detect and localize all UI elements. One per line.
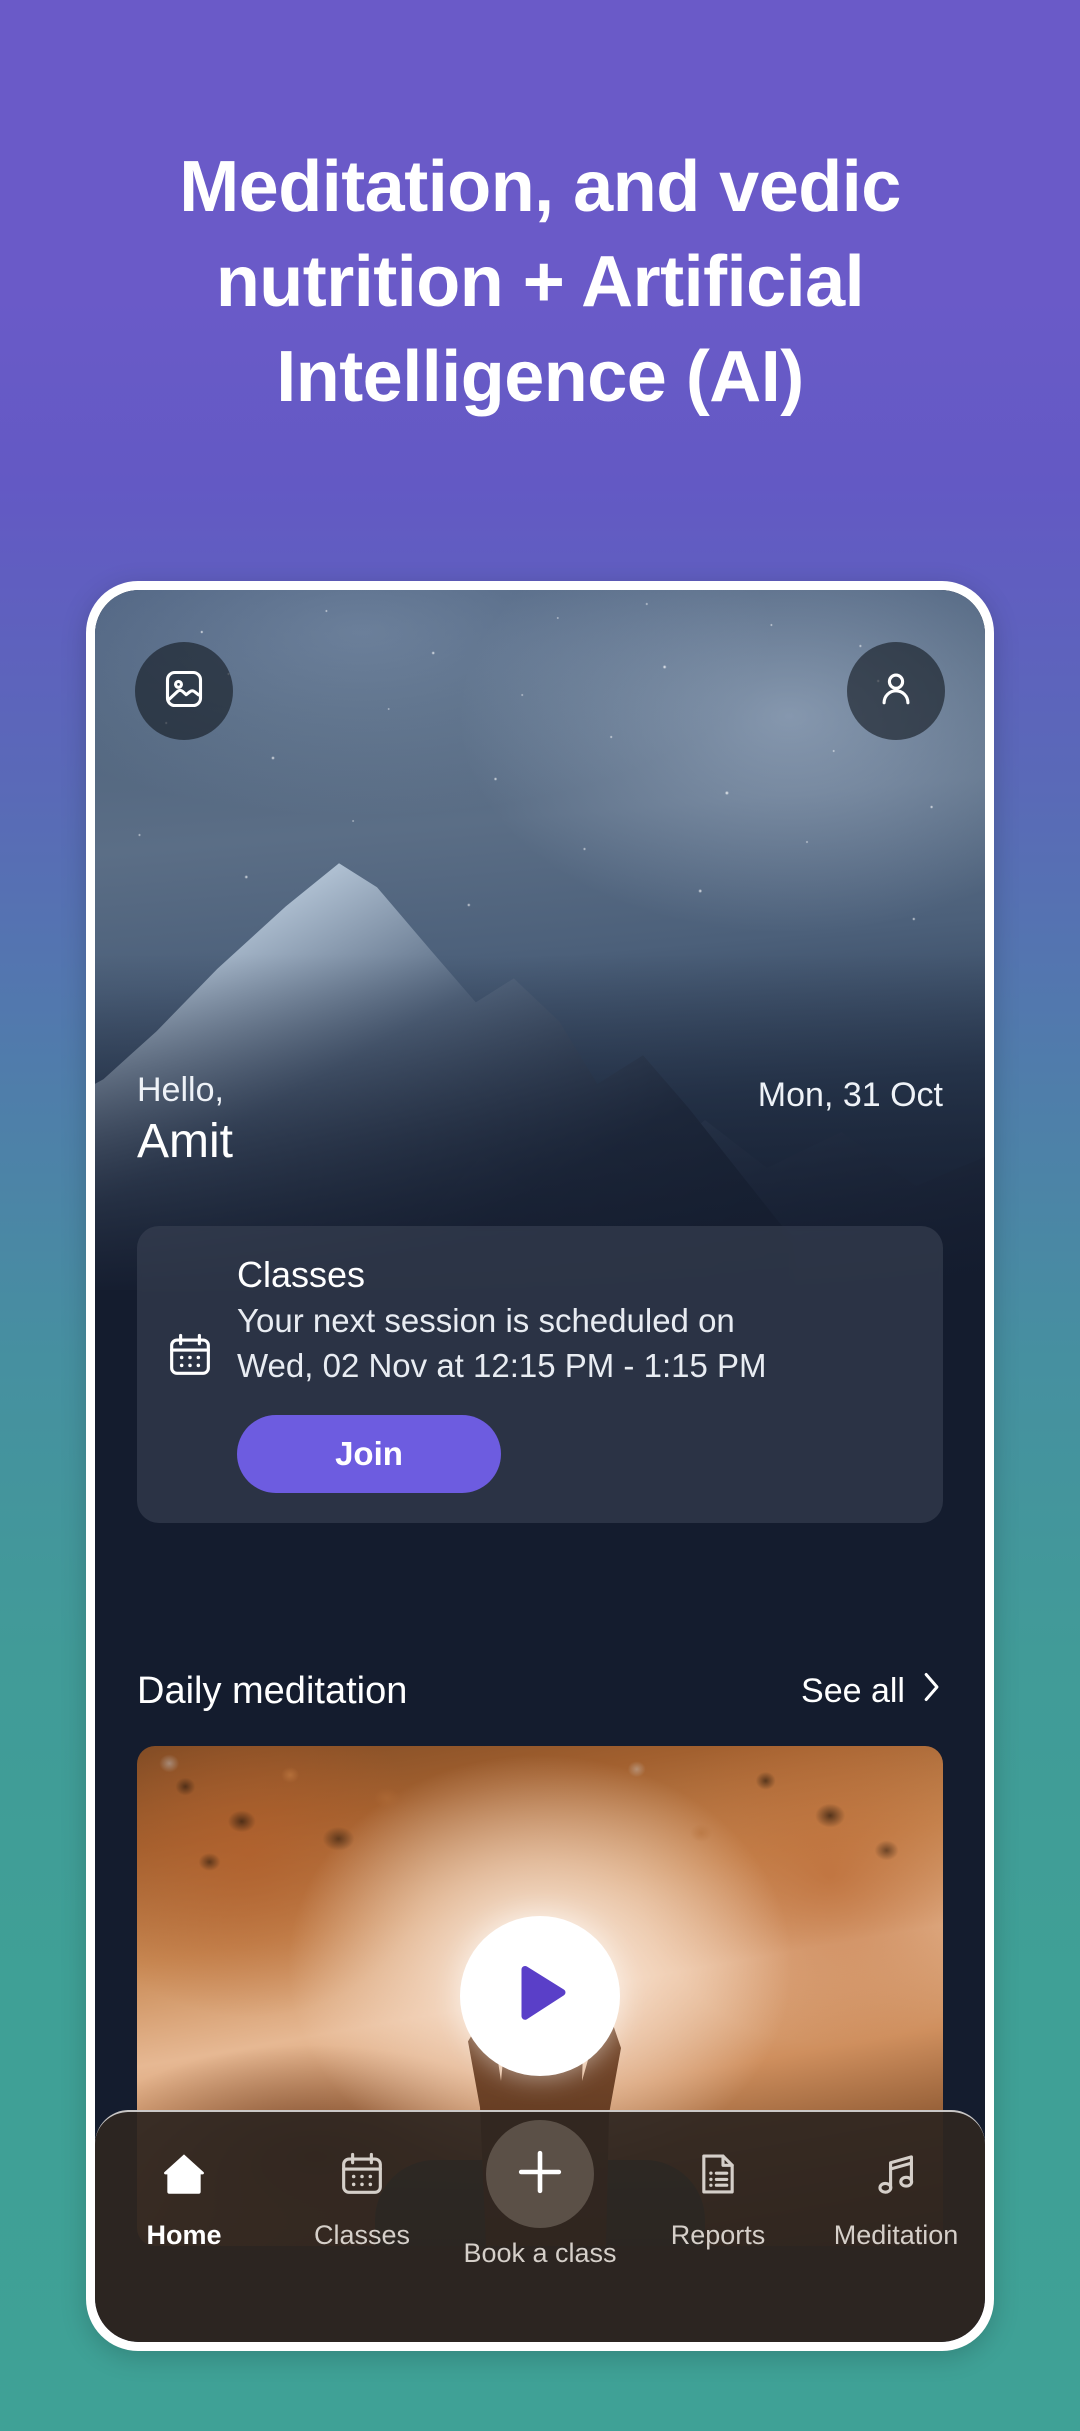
- current-date: Mon, 31 Oct: [757, 1076, 943, 1114]
- promo-headline: Meditation, and vedic nutrition + Artifi…: [179, 147, 901, 418]
- home-icon: [159, 2146, 209, 2202]
- nav-label-classes: Classes: [313, 2220, 411, 2250]
- greeting-block: Hello, Amit: [137, 1070, 233, 1172]
- nav-label-reports: Reports: [670, 2220, 766, 2250]
- nav-item-book-a-class[interactable]: Book a class: [451, 2120, 629, 2269]
- calendar-icon: [165, 1330, 215, 1380]
- classes-card-line1: Your next session is scheduled on: [237, 1301, 735, 1339]
- nav-item-home[interactable]: Home: [95, 2146, 273, 2251]
- play-button[interactable]: [460, 1916, 620, 2076]
- plus-icon: [511, 2143, 569, 2206]
- play-icon: [509, 1964, 571, 2029]
- bottom-navigation-bar: Home Classes Book a class Reports Medita…: [95, 2110, 985, 2342]
- greeting-row: Hello, Amit Mon, 31 Oct: [137, 1070, 943, 1172]
- nav-label-home: Home: [146, 2220, 222, 2250]
- music-note-icon: [871, 2146, 921, 2202]
- classes-card[interactable]: Classes Your next session is scheduled o…: [137, 1226, 943, 1523]
- classes-card-title: Classes: [237, 1254, 366, 1295]
- image-icon: [162, 667, 206, 716]
- person-icon: [874, 667, 918, 716]
- gallery-button[interactable]: [135, 642, 233, 740]
- greeting-user-name: Amit: [137, 1115, 233, 1169]
- section-title: Daily meditation: [137, 1670, 408, 1712]
- document-list-icon: [693, 2146, 743, 2202]
- join-button[interactable]: Join: [237, 1414, 501, 1493]
- phone-mockup-frame: Hello, Amit Mon, 31 Oct Classes Your nex…: [86, 581, 994, 2351]
- daily-meditation-section-header: Daily meditation See all: [137, 1670, 943, 1713]
- chevron-right-icon: [921, 1672, 943, 1711]
- add-button[interactable]: [486, 2120, 594, 2228]
- calendar-icon: [337, 2146, 387, 2202]
- see-all-label: See all: [801, 1672, 905, 1710]
- greeting-hello: Hello,: [137, 1071, 224, 1109]
- nav-item-meditation[interactable]: Meditation: [807, 2146, 985, 2251]
- nav-label-meditation: Meditation: [833, 2220, 959, 2250]
- see-all-link[interactable]: See all: [801, 1672, 943, 1711]
- profile-button[interactable]: [847, 642, 945, 740]
- phone-screen: Hello, Amit Mon, 31 Oct Classes Your nex…: [95, 590, 985, 2342]
- classes-card-line2: Wed, 02 Nov at 12:15 PM - 1:15 PM: [237, 1346, 767, 1384]
- nav-label-book-a-class: Book a class: [463, 2238, 617, 2268]
- classes-card-body: Classes Your next session is scheduled o…: [237, 1252, 915, 1493]
- nav-item-classes[interactable]: Classes: [273, 2146, 451, 2251]
- nav-item-reports[interactable]: Reports: [629, 2146, 807, 2251]
